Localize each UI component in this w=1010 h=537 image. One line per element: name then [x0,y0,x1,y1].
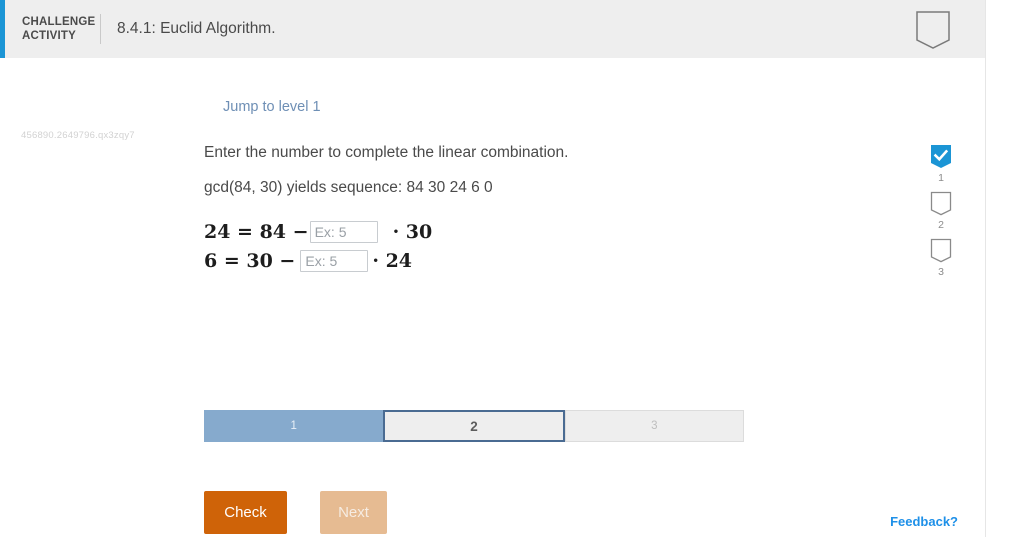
equation-left-side: 24 = 84 − [204,220,309,243]
equation-right-side: · 30 [392,220,433,243]
pennant-outline-icon [930,238,952,264]
action-buttons: Check Next [204,491,387,534]
rail-level-3[interactable]: 3 [930,238,952,278]
rail-level-3-number: 3 [938,266,944,278]
equation-right-side: · 24 [372,249,413,272]
next-button[interactable]: Next [320,491,387,534]
check-button[interactable]: Check [204,491,287,534]
activity-body: 456890.2649796.qx3zqy7 Jump to level 1 E… [0,58,985,537]
rail-level-1[interactable]: 1 [930,144,952,184]
linear-combination-input-2[interactable] [300,249,369,272]
pennant-outline-icon [915,10,951,50]
gcd-sequence-text: gcd(84, 30) yields sequence: 84 30 24 6 … [204,179,493,196]
level-segment-2[interactable]: 2 [383,410,565,442]
challenge-activity-card: CHALLENGE ACTIVITY 8.4.1: Euclid Algorit… [0,0,986,537]
rail-level-2[interactable]: 2 [930,191,952,231]
equations-list: 24 = 84 − · 30 6 = 30 − · 24 [204,217,824,275]
equation-left-side: 6 = 30 − [204,249,296,272]
header-pennant-outline-icon [915,10,951,50]
header-divider [100,14,101,44]
challenge-activity-kicker: CHALLENGE ACTIVITY [22,16,96,42]
linear-combination-input-1[interactable] [309,220,378,243]
level-indicator-rail: 1 2 3 [921,144,961,285]
level-segment-3[interactable]: 3 [564,410,744,442]
pennant-outline-icon [930,191,952,217]
rail-level-1-number: 1 [938,172,944,184]
level-segment-1[interactable]: 1 [204,410,384,442]
question-prompt: Enter the number to complete the linear … [204,144,569,161]
question-content: Jump to level 1 Enter the number to comp… [204,98,824,275]
activity-title: 8.4.1: Euclid Algorithm. [117,20,276,37]
level-progress-bar: 1 2 3 [204,410,744,442]
quiz-id-label: 456890.2649796.qx3zqy7 [21,130,135,141]
header-accent-bar [0,0,5,58]
equation-row: 24 = 84 − · 30 [204,217,824,246]
equation-row: 6 = 30 − · 24 [204,246,824,275]
pennant-checked-icon [930,144,952,170]
rail-level-2-number: 2 [938,219,944,231]
activity-header: CHALLENGE ACTIVITY 8.4.1: Euclid Algorit… [0,0,985,58]
jump-to-level-link[interactable]: Jump to level 1 [223,99,321,115]
feedback-link[interactable]: Feedback? [890,514,958,529]
